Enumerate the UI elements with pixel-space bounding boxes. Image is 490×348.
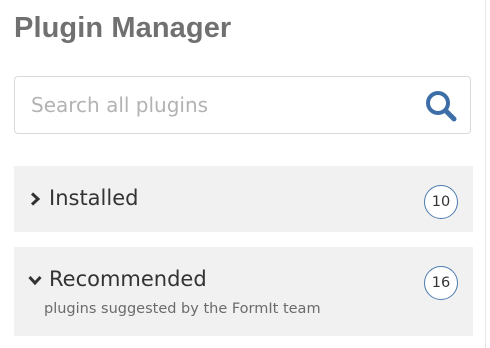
page-title: Plugin Manager — [14, 12, 232, 44]
chevron-down-icon — [28, 273, 42, 287]
search-input[interactable] — [31, 77, 411, 133]
panel-divider — [485, 0, 486, 348]
recommended-count-badge: 16 — [424, 266, 458, 300]
section-recommended[interactable]: Recommended plugins suggested by the For… — [14, 247, 473, 336]
search-icon[interactable] — [424, 89, 458, 123]
installed-count-badge: 10 — [424, 185, 458, 219]
search-box — [14, 76, 471, 134]
plugin-manager-panel: Plugin Manager Installed 10 Recommended … — [0, 0, 490, 348]
section-installed-label: Installed — [49, 186, 139, 210]
section-installed[interactable]: Installed 10 — [14, 166, 473, 232]
section-recommended-subtitle: plugins suggested by the FormIt team — [44, 301, 321, 317]
section-recommended-label: Recommended — [49, 267, 207, 291]
chevron-right-icon — [28, 192, 42, 206]
